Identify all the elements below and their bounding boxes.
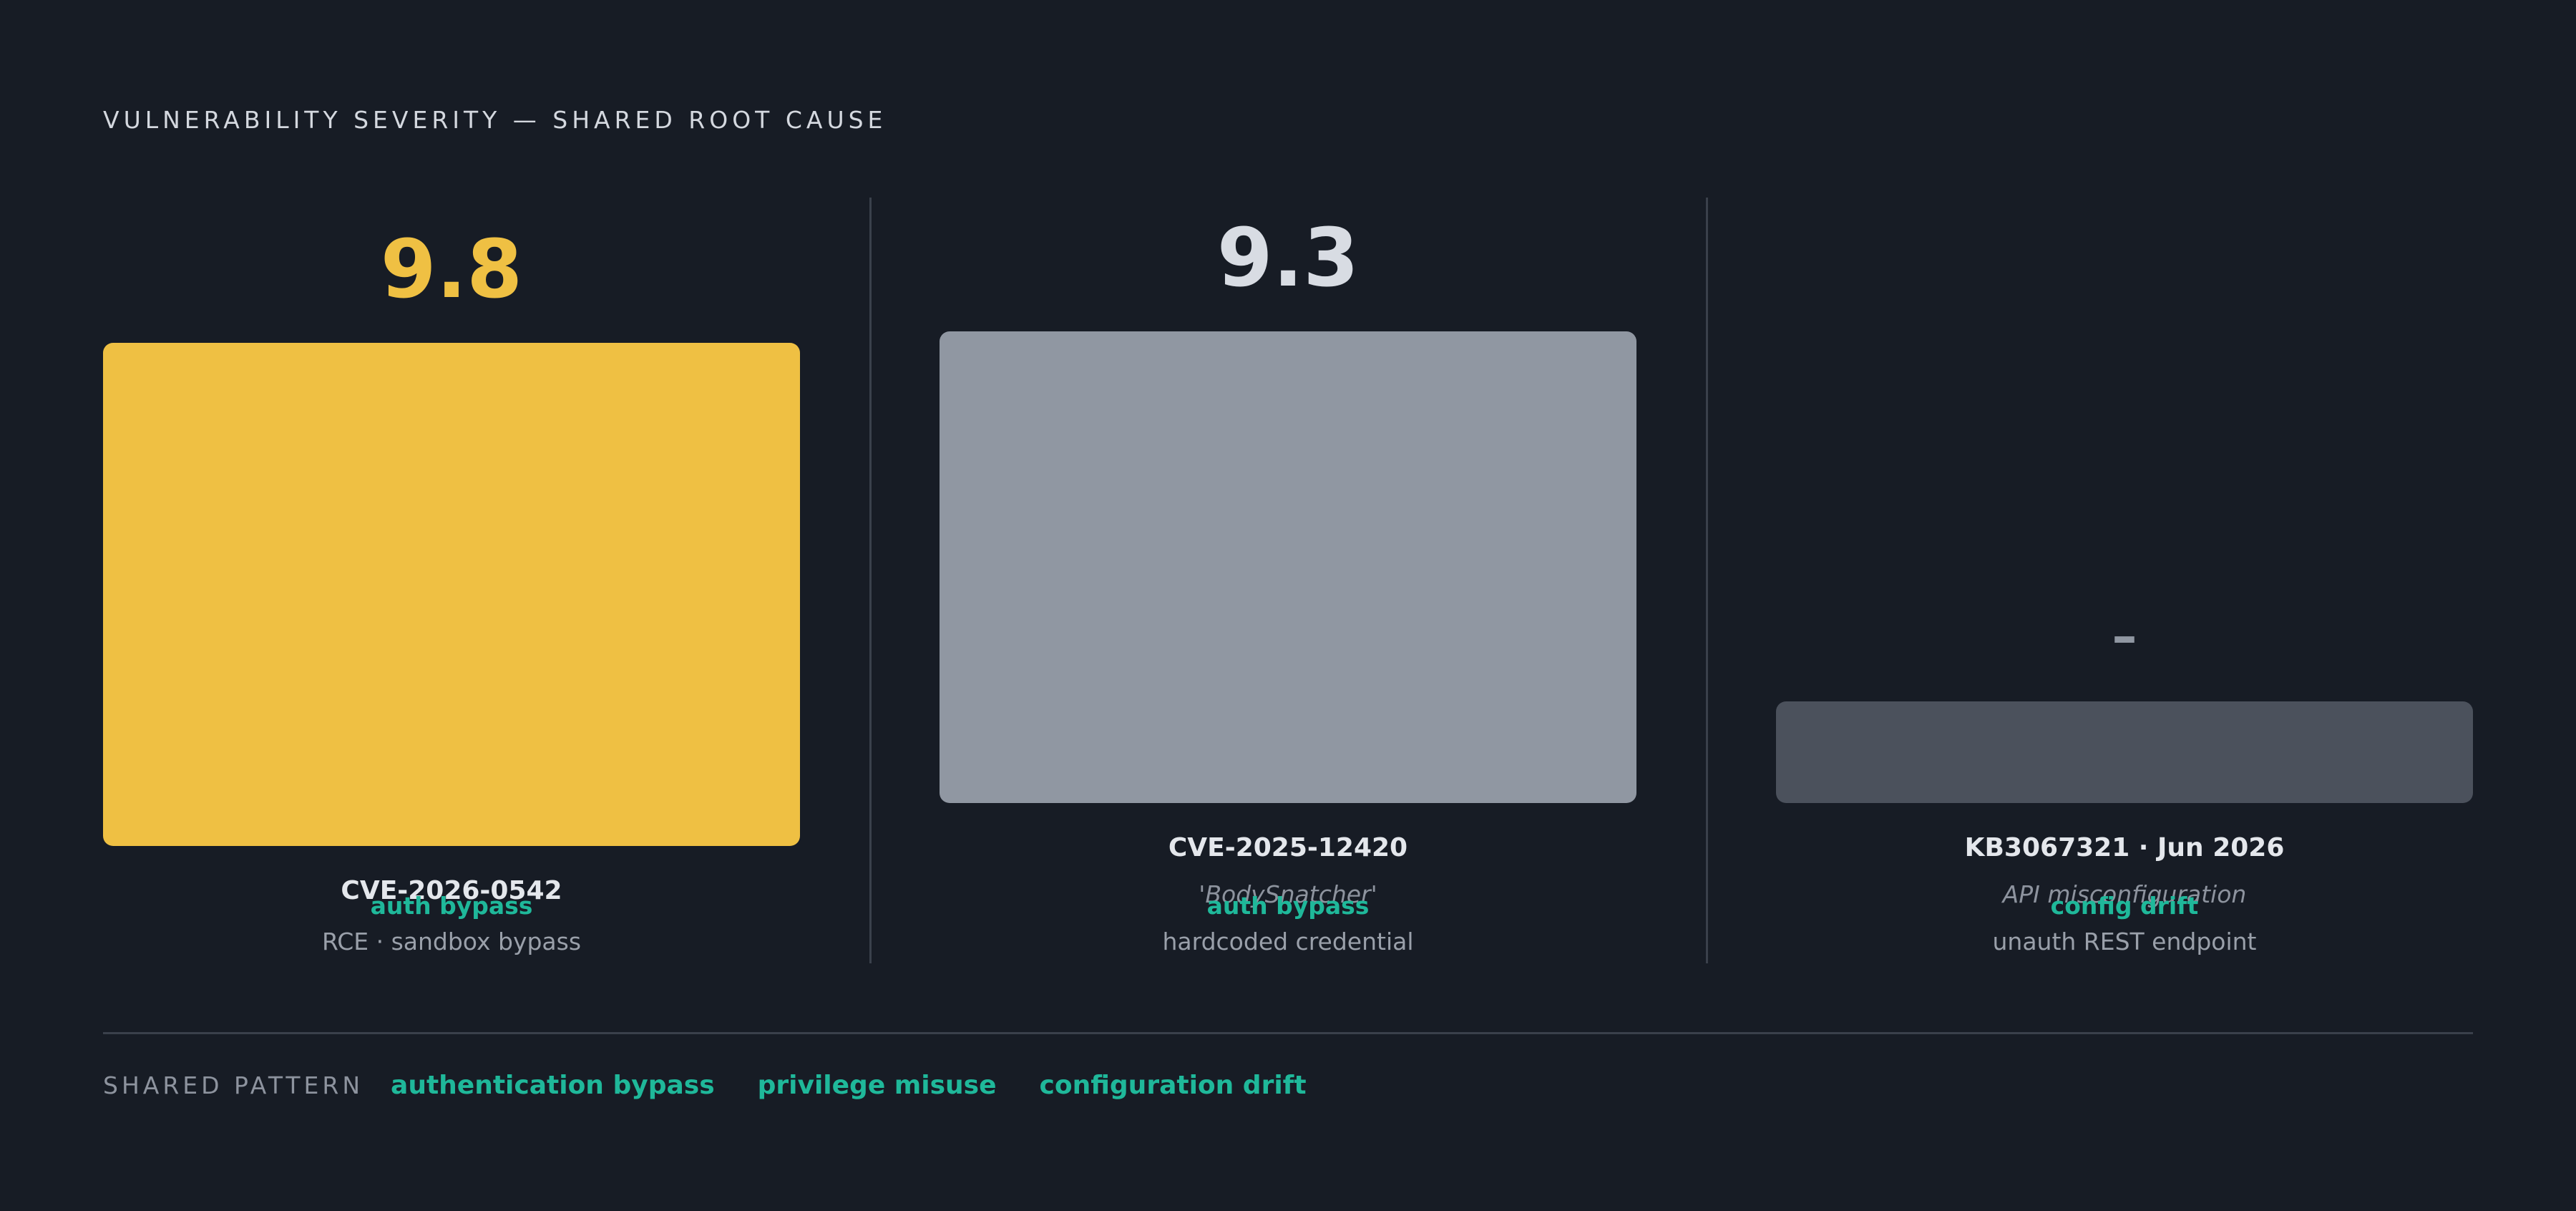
- vulnerability-id: KB3067321 · Jun 2026: [1964, 833, 2285, 862]
- severity-column: – KB3067321 · Jun 2026 API misconfiguratio…: [1776, 198, 2473, 963]
- severity-bar: [940, 331, 1636, 803]
- vulnerability-detail: hardcoded credential: [1162, 928, 1414, 955]
- severity-score-label: 9.8: [380, 223, 523, 316]
- severity-bar: [1776, 701, 2473, 803]
- root-cause-tag: config drift: [2050, 892, 2199, 920]
- shared-pattern-authentication-bypass: authentication bypass: [391, 1071, 715, 1100]
- chart-title: VULNERABILITY SEVERITY — SHARED ROOT CAU…: [103, 106, 887, 134]
- severity-score-label: –: [2112, 607, 2137, 666]
- footer-divider: [103, 1032, 2473, 1034]
- shared-pattern-label: SHARED PATTERN: [103, 1071, 364, 1099]
- vulnerability-detail: RCE · sandbox bypass: [321, 928, 582, 955]
- vulnerability-id: CVE-2025-12420: [1168, 833, 1408, 862]
- root-cause-tag: auth bypass: [370, 892, 533, 920]
- column-divider: [1706, 198, 1708, 963]
- column-divider: [869, 198, 872, 963]
- severity-column: 9.3 CVE-2025-12420 'BodySnatcher' auth bypa…: [940, 198, 1636, 963]
- severity-score-label: 9.3: [1216, 212, 1360, 305]
- shared-pattern-footer: SHARED PATTERN authentication bypass pri…: [103, 1071, 1350, 1100]
- vulnerability-detail: unauth REST endpoint: [1992, 928, 2257, 955]
- severity-column: 9.8 CVE-2026-0542 auth bypass RCE · sandbox…: [103, 198, 800, 963]
- shared-pattern-privilege-misuse: privilege misuse: [757, 1071, 997, 1100]
- severity-bar: [103, 343, 800, 846]
- root-cause-tag: auth bypass: [1206, 892, 1370, 920]
- shared-pattern-configuration-drift: configuration drift: [1039, 1071, 1307, 1100]
